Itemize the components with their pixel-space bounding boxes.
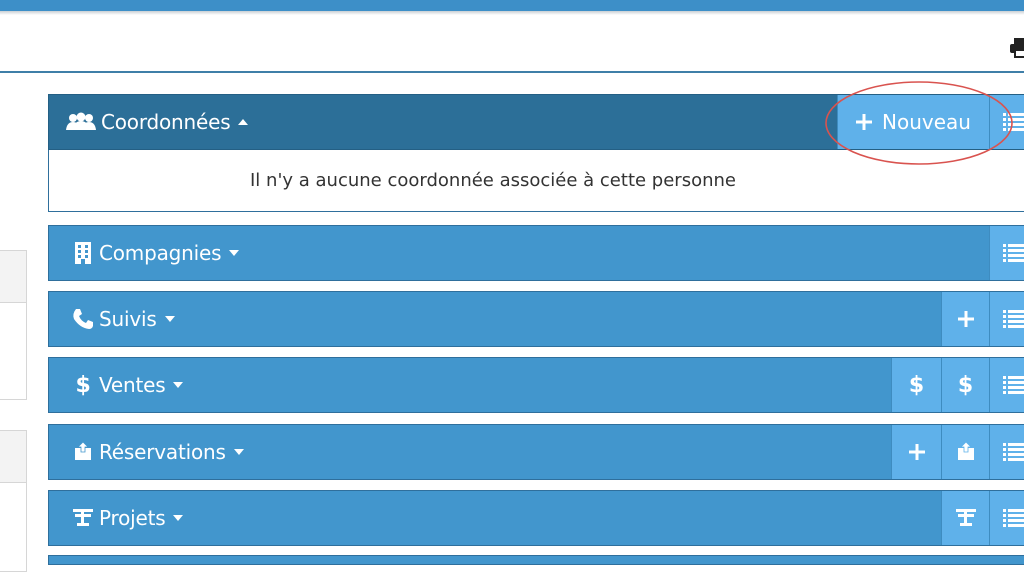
panel-compagnies: Compagnies — [48, 225, 1024, 281]
caret-down-icon — [229, 250, 239, 256]
panel-coordonnees: Coordonnées Nouveau Il n'y a aucune coor… — [48, 94, 1024, 212]
panel-projets: Projets — [48, 490, 1024, 546]
list-icon — [1003, 375, 1024, 395]
left-side-panel-body — [0, 303, 26, 398]
dollar-icon: $ — [71, 373, 95, 397]
panel-header-compagnies[interactable]: Compagnies — [48, 225, 1024, 281]
building-icon — [71, 241, 95, 265]
plus-icon — [958, 311, 974, 327]
new-button-label: Nouveau — [882, 110, 971, 134]
panel-header-coordonnees[interactable]: Coordonnées Nouveau — [48, 94, 1024, 150]
panel-header-projets[interactable]: Projets — [48, 490, 1024, 546]
panel-toggle-ventes[interactable]: $ Ventes — [71, 358, 183, 412]
print-icon[interactable] — [1010, 36, 1024, 58]
plus-icon — [909, 444, 925, 460]
projects-action-button[interactable] — [941, 491, 989, 545]
panel-next-partial — [48, 555, 1024, 565]
list-icon — [1003, 309, 1024, 329]
panel-suivis: Suivis — [48, 291, 1024, 347]
reservation-icon — [955, 442, 977, 462]
panel-toggle-projets[interactable]: Projets — [71, 491, 183, 545]
panel-title: Coordonnées — [101, 110, 230, 134]
projects-icon — [71, 506, 95, 530]
contacts-icon — [65, 110, 97, 134]
panel-toggle-coordonnees[interactable]: Coordonnées — [65, 95, 248, 149]
new-sale-button[interactable]: $ — [891, 358, 941, 412]
caret-up-icon — [238, 119, 248, 125]
add-reservation-button[interactable] — [891, 425, 941, 479]
list-icon — [1003, 442, 1024, 462]
list-button[interactable] — [989, 491, 1024, 545]
dollar-icon: $ — [958, 373, 973, 398]
list-icon — [1003, 112, 1024, 132]
top-bar-shadow — [0, 11, 1024, 15]
caret-down-icon — [173, 515, 183, 521]
left-side-panel — [0, 250, 27, 400]
panel-title: Ventes — [99, 373, 165, 397]
panel-toggle-suivis[interactable]: Suivis — [71, 292, 175, 346]
panel-header-suivis[interactable]: Suivis — [48, 291, 1024, 347]
projects-icon — [955, 508, 977, 528]
panel-toggle-reservations[interactable]: Réservations — [71, 425, 244, 479]
reservation-action-button[interactable] — [941, 425, 989, 479]
left-side-panel-header — [0, 431, 26, 483]
panel-title: Suivis — [99, 307, 157, 331]
left-side-panel — [0, 430, 27, 572]
left-side-panel-header — [0, 251, 26, 303]
dollar-icon: $ — [909, 373, 924, 398]
phone-icon — [71, 307, 95, 331]
panel-body-coordonnees: Il n'y a aucune coordonnée associée à ce… — [48, 150, 1024, 212]
panel-ventes: $ Ventes $ $ — [48, 357, 1024, 413]
panel-title: Réservations — [99, 440, 226, 464]
caret-down-icon — [165, 316, 175, 322]
list-button[interactable] — [989, 95, 1024, 149]
panel-title: Compagnies — [99, 241, 221, 265]
panel-reservations: Réservations — [48, 424, 1024, 480]
add-suivi-button[interactable] — [941, 292, 989, 346]
list-button[interactable] — [989, 358, 1024, 412]
header-divider — [0, 71, 1024, 73]
list-icon — [1003, 243, 1024, 263]
caret-down-icon — [234, 449, 244, 455]
list-button[interactable] — [989, 292, 1024, 346]
empty-message: Il n'y a aucune coordonnée associée à ce… — [250, 170, 736, 191]
new-coordonnee-button[interactable]: Nouveau — [837, 95, 989, 149]
plus-icon — [856, 114, 872, 130]
list-icon — [1003, 508, 1024, 528]
left-side-panel-body — [0, 483, 26, 571]
sales-dollar-button[interactable]: $ — [941, 358, 989, 412]
panel-header-reservations[interactable]: Réservations — [48, 424, 1024, 480]
caret-down-icon — [173, 382, 183, 388]
top-bar — [0, 0, 1024, 11]
panel-title: Projets — [99, 506, 165, 530]
panel-header-ventes[interactable]: $ Ventes $ $ — [48, 357, 1024, 413]
list-button[interactable] — [989, 425, 1024, 479]
panel-toggle-compagnies[interactable]: Compagnies — [71, 226, 239, 280]
list-button[interactable] — [989, 226, 1024, 280]
reservation-icon — [71, 440, 95, 464]
